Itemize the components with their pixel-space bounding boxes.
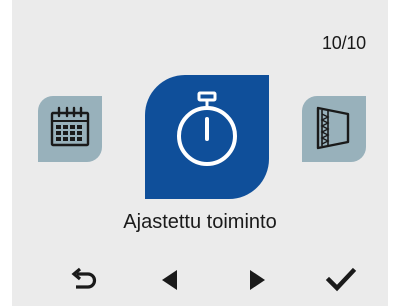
device-screen: 10/10 Ajastettu toiminto bbox=[12, 0, 388, 306]
carousel-item-stopwatch[interactable] bbox=[145, 75, 269, 199]
carousel-item-calendar[interactable] bbox=[38, 96, 102, 162]
back-button[interactable] bbox=[66, 265, 102, 295]
triangle-right-icon bbox=[250, 270, 265, 290]
stopwatch-icon bbox=[177, 91, 237, 166]
carousel-item-filter[interactable] bbox=[302, 96, 366, 162]
filter-icon bbox=[316, 106, 350, 150]
previous-button[interactable] bbox=[152, 265, 188, 295]
triangle-left-icon bbox=[162, 270, 177, 290]
selected-function-label: Ajastettu toiminto bbox=[123, 211, 277, 233]
checkmark-icon bbox=[325, 267, 357, 292]
confirm-button[interactable] bbox=[323, 265, 359, 295]
calendar-icon bbox=[50, 106, 90, 147]
next-button[interactable] bbox=[239, 265, 275, 295]
page-counter: 10/10 bbox=[321, 33, 366, 53]
back-arrow-icon bbox=[71, 267, 97, 289]
